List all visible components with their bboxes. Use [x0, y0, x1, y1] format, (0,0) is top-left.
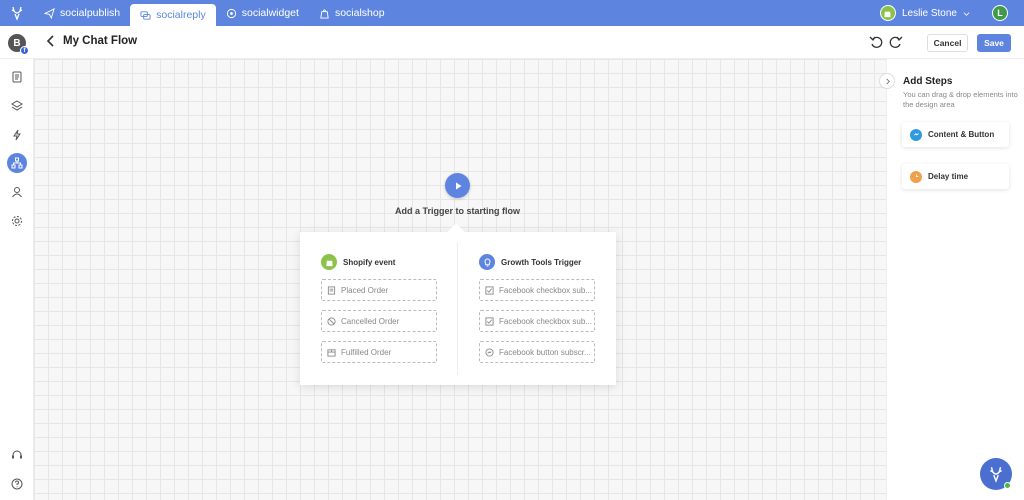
- tab-label: socialreply: [156, 9, 206, 21]
- play-icon: [455, 182, 461, 189]
- checkbox-icon: [485, 285, 494, 295]
- paper-plane-icon: [44, 7, 55, 19]
- chevron-right-icon: [885, 78, 890, 84]
- tab-socialwidget[interactable]: socialwidget: [216, 0, 309, 26]
- flow-header: B f My Chat Flow Cancel Save: [0, 26, 1024, 59]
- tab-label: socialshop: [334, 7, 385, 19]
- growth-tools-header: Growth Tools Trigger: [479, 254, 581, 270]
- option-label: Placed Order: [341, 285, 389, 295]
- headset-icon: [12, 450, 22, 459]
- option-cancelled-order[interactable]: Cancelled Order: [321, 310, 437, 332]
- checkbox-icon: [485, 316, 494, 326]
- sidebar-item-contacts[interactable]: [7, 182, 27, 202]
- panel-subtitle: You can drag & drop elements into the de…: [903, 90, 1018, 109]
- lightbulb-icon: [479, 254, 495, 270]
- ban-icon: [327, 316, 336, 326]
- tab-socialpublish[interactable]: socialpublish: [34, 0, 130, 26]
- antler-logo-icon: [990, 467, 1002, 483]
- add-steps-panel: Add Steps You can drag & drop elements i…: [879, 59, 1024, 500]
- sidebar-item-flows[interactable]: [7, 153, 27, 173]
- option-placed-order[interactable]: Placed Order: [321, 279, 437, 301]
- option-fulfilled-order[interactable]: Fulfilled Order: [321, 341, 437, 363]
- page-title: My Chat Flow: [63, 35, 138, 47]
- option-facebook-button[interactable]: Facebook button subscr...: [479, 341, 595, 363]
- gear-icon: [12, 216, 22, 226]
- online-status-dot: [1004, 482, 1011, 489]
- option-label: Fulfilled Order: [341, 347, 392, 357]
- back-arrow-icon[interactable]: [44, 34, 58, 48]
- save-button[interactable]: Save: [977, 34, 1011, 52]
- left-sidebar: [0, 59, 34, 500]
- tab-socialshop[interactable]: socialshop: [309, 0, 395, 26]
- popup-divider: [457, 242, 458, 375]
- shopify-event-header: Shopify event: [321, 254, 395, 270]
- user-icon: [12, 187, 22, 198]
- help-icon: [11, 478, 23, 490]
- layers-icon: [11, 100, 23, 111]
- antler-logo-icon: [11, 6, 23, 21]
- step-label: Delay time: [928, 172, 969, 181]
- sidebar-item-support[interactable]: [7, 445, 27, 465]
- panel-title: Add Steps: [903, 76, 953, 87]
- option-facebook-checkbox-1[interactable]: Facebook checkbox sub...: [479, 279, 595, 301]
- tab-label: socialwidget: [241, 7, 299, 19]
- option-label: Facebook button subscr...: [499, 347, 591, 357]
- chat-bubbles-icon: [140, 10, 151, 20]
- shopify-store-icon: [879, 5, 896, 21]
- sidebar-item-help[interactable]: [7, 474, 27, 494]
- flow-tree-icon: [11, 157, 23, 169]
- option-label: Facebook checkbox sub...: [499, 316, 592, 326]
- clock-icon: [910, 170, 922, 183]
- package-icon: [327, 348, 336, 357]
- user-menu[interactable]: Leslie Stone: [879, 5, 970, 21]
- document-icon: [12, 71, 22, 83]
- tab-label: socialpublish: [60, 7, 121, 19]
- step-label: Content & Button: [928, 130, 995, 139]
- option-label: Facebook checkbox sub...: [499, 285, 592, 295]
- step-delay-time[interactable]: Delay time: [902, 164, 1009, 189]
- chat-widget-button[interactable]: [980, 458, 1012, 490]
- tab-socialreply[interactable]: socialreply: [130, 4, 216, 26]
- sidebar-item-automation[interactable]: [7, 125, 27, 145]
- top-nav: socialpublish socialreply socialwidget s…: [0, 0, 1024, 26]
- account-avatar[interactable]: B f: [8, 34, 29, 55]
- option-label: Cancelled Order: [341, 316, 400, 326]
- trigger-label: Add a Trigger to starting flow: [394, 206, 520, 216]
- growth-tools-title: Growth Tools Trigger: [501, 257, 582, 267]
- shopping-bag-icon: [320, 8, 329, 19]
- receipt-icon: [327, 285, 336, 295]
- account-letter: B: [13, 37, 21, 49]
- add-trigger-button[interactable]: [445, 173, 470, 198]
- app-logo[interactable]: [0, 0, 34, 26]
- lightning-icon: [13, 129, 21, 141]
- facebook-icon: f: [20, 46, 29, 55]
- avatar[interactable]: L: [992, 5, 1008, 21]
- sidebar-item-settings[interactable]: [7, 211, 27, 231]
- cancel-button[interactable]: Cancel: [927, 34, 968, 52]
- widget-icon: [226, 8, 236, 18]
- sidebar-item-layers[interactable]: [7, 96, 27, 116]
- messenger-icon: [485, 347, 494, 357]
- collapse-panel-button[interactable]: [879, 73, 895, 89]
- sidebar-item-content[interactable]: [7, 67, 27, 87]
- chevron-down-icon: [963, 11, 970, 16]
- shopify-event-title: Shopify event: [343, 257, 396, 267]
- redo-icon[interactable]: [889, 35, 903, 49]
- step-content-button[interactable]: Content & Button: [902, 122, 1009, 147]
- messenger-icon: [910, 128, 922, 141]
- undo-icon[interactable]: [869, 35, 883, 49]
- trigger-popup: Shopify event Placed Order Cancelled Ord…: [300, 232, 616, 385]
- user-name: Leslie Stone: [901, 7, 957, 19]
- shopify-icon: [321, 254, 337, 270]
- option-facebook-checkbox-2[interactable]: Facebook checkbox sub...: [479, 310, 595, 332]
